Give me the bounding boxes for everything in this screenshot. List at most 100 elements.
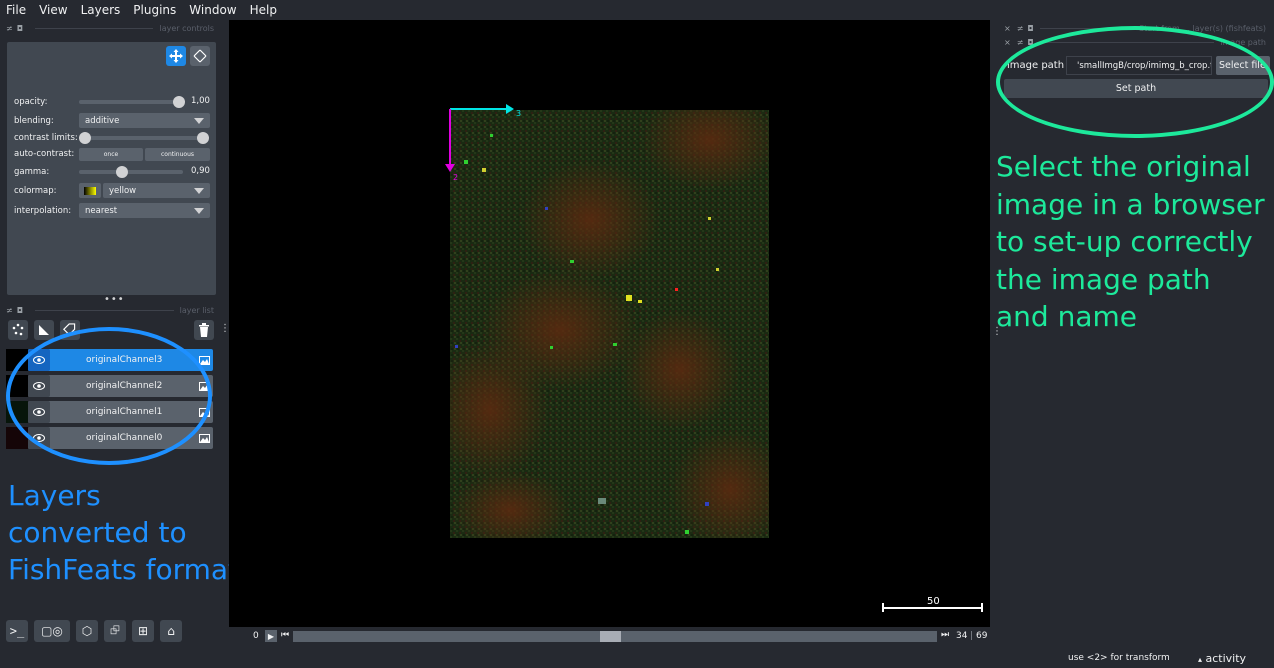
close-icon[interactable]: × bbox=[1004, 38, 1011, 47]
auto-contrast-once-button[interactable]: once bbox=[79, 148, 143, 161]
annotation-select-original: Select the original image in a browser t… bbox=[996, 150, 1265, 333]
interpolation-label: interpolation: bbox=[14, 206, 72, 216]
activity-button[interactable]: ▴ activity bbox=[1198, 652, 1246, 665]
detach-icon[interactable]: ◘ bbox=[17, 24, 23, 33]
scale-bar-label: 50 bbox=[927, 596, 940, 607]
menu-window[interactable]: Window bbox=[187, 3, 238, 17]
move-icon bbox=[169, 49, 183, 63]
transform-button[interactable] bbox=[190, 46, 210, 66]
colormap-label: colormap: bbox=[14, 186, 57, 196]
viewer-canvas[interactable]: 3 2 50 bbox=[229, 20, 990, 627]
dock-title-text: layer controls bbox=[159, 23, 214, 33]
scale-bar-tick-right bbox=[981, 603, 983, 612]
annotation-layers-converted: Layers converted to FishFeats format bbox=[8, 479, 240, 586]
annotation-ellipse-left bbox=[6, 327, 212, 465]
gamma-knob[interactable] bbox=[116, 166, 128, 178]
scale-bar-tick-left bbox=[882, 603, 884, 612]
menu-file[interactable]: File bbox=[4, 3, 28, 17]
console-icon: >_ bbox=[9, 624, 25, 638]
dock-title-text: layer list bbox=[179, 305, 214, 315]
colormap-select[interactable]: yellow bbox=[103, 183, 210, 198]
play-button[interactable]: ▶ bbox=[265, 630, 277, 642]
dims-axis-index: 0 bbox=[253, 631, 259, 641]
home-icon: ⌂ bbox=[167, 624, 175, 638]
close-icon[interactable]: × bbox=[1004, 24, 1011, 33]
annotation-ellipse-right bbox=[996, 26, 1274, 138]
interpolation-value: nearest bbox=[85, 205, 118, 216]
layer-controls-panel: opacity: 1,00 blending: additive contras… bbox=[7, 42, 216, 295]
menu-view[interactable]: View bbox=[37, 3, 69, 17]
play-icon: ▶ bbox=[267, 631, 275, 641]
grid-button[interactable]: ⊞ bbox=[132, 620, 154, 642]
detach-icon[interactable]: ◘ bbox=[1027, 24, 1033, 33]
float-icon[interactable]: ≠ bbox=[1017, 24, 1024, 33]
menu-layers[interactable]: Layers bbox=[79, 3, 123, 17]
console-button[interactable]: >_ bbox=[6, 620, 28, 642]
points-icon bbox=[12, 323, 24, 336]
dims-total: 69 bbox=[976, 631, 988, 641]
transpose-button[interactable]: ⮺ bbox=[104, 620, 126, 642]
colormap-swatch[interactable] bbox=[79, 183, 101, 198]
blending-label: blending: bbox=[14, 116, 54, 126]
colormap-gradient bbox=[84, 186, 96, 195]
blending-value: additive bbox=[85, 115, 120, 126]
dims-slider-thumb[interactable] bbox=[600, 631, 621, 642]
float-icon[interactable]: ≠ bbox=[6, 306, 13, 315]
layer-list-dock-title: ≠ ◘ layer list bbox=[6, 303, 214, 317]
layer-controls-dock-title: ≠ ◘ layer controls bbox=[6, 21, 214, 35]
contrast-min-knob[interactable] bbox=[79, 132, 91, 144]
contrast-limits-slider[interactable] bbox=[79, 132, 209, 144]
new-shapes-layer-button[interactable] bbox=[34, 320, 54, 340]
interpolation-select[interactable]: nearest bbox=[79, 203, 210, 218]
grid-icon: ⊞ bbox=[137, 624, 149, 638]
trash-icon bbox=[199, 323, 209, 337]
menu-plugins[interactable]: Plugins bbox=[131, 3, 178, 17]
blending-select[interactable]: additive bbox=[79, 113, 210, 128]
viewer-buttons: >_ ▢◎ ⬡ ⮺ ⊞ ⌂ bbox=[6, 620, 182, 644]
transform-icon bbox=[193, 49, 207, 63]
gamma-label: gamma: bbox=[14, 167, 50, 177]
gamma-slider[interactable] bbox=[79, 166, 183, 178]
menu-bar: File View Layers Plugins Window Help bbox=[0, 0, 1274, 20]
gamma-value: 0,90 bbox=[191, 166, 210, 176]
home-button[interactable]: ⌂ bbox=[160, 620, 182, 642]
activity-label: activity bbox=[1205, 652, 1247, 665]
chevron-down-icon bbox=[194, 118, 204, 124]
chevron-down-icon bbox=[194, 188, 204, 194]
ndisplay-button[interactable]: ▢◎ bbox=[34, 620, 70, 642]
contrast-limits-label: contrast limits: bbox=[14, 133, 78, 143]
step-back-icon[interactable]: ⏮ bbox=[281, 630, 289, 640]
cube-icon: ⬡ bbox=[81, 624, 93, 638]
image-icon bbox=[195, 433, 213, 443]
transpose-icon: ⮺ bbox=[110, 622, 120, 637]
pan-zoom-button[interactable] bbox=[166, 46, 186, 66]
dims-current: 34 bbox=[956, 631, 968, 641]
axes-indicator bbox=[445, 104, 514, 172]
detach-icon[interactable]: ◘ bbox=[17, 306, 23, 315]
status-bar: use <2> for transform ▴ activity bbox=[0, 648, 1274, 668]
opacity-slider[interactable] bbox=[79, 96, 185, 108]
opacity-label: opacity: bbox=[14, 97, 48, 107]
float-icon[interactable]: ≠ bbox=[6, 24, 13, 33]
float-icon[interactable]: ≠ bbox=[1017, 38, 1024, 47]
opacity-value: 1,00 bbox=[191, 96, 210, 106]
menu-help[interactable]: Help bbox=[248, 3, 279, 17]
shapes-icon bbox=[39, 325, 49, 335]
colormap-value: yellow bbox=[109, 185, 137, 196]
new-points-layer-button[interactable] bbox=[8, 320, 28, 340]
square-icon: ▢◎ bbox=[41, 624, 63, 638]
auto-contrast-continuous-button[interactable]: continuous bbox=[145, 148, 210, 161]
roll-dims-button[interactable]: ⬡ bbox=[76, 620, 98, 642]
step-forward-icon[interactable]: ⏭ bbox=[941, 630, 949, 640]
dims-slider-bar: 0 ▶ ⏮ ⏭ 34 | 69 bbox=[229, 627, 990, 645]
chevron-up-icon: ▴ bbox=[1198, 655, 1203, 664]
scale-bar bbox=[882, 607, 983, 609]
status-hint: use <2> for transform bbox=[1068, 653, 1170, 663]
axis-x-label: 3 bbox=[516, 109, 522, 118]
chevron-down-icon bbox=[194, 208, 204, 214]
opacity-knob[interactable] bbox=[173, 96, 185, 108]
contrast-max-knob[interactable] bbox=[197, 132, 209, 144]
right-dock: × ≠ ◘ Start from ... layer(s) (fishfeats… bbox=[990, 20, 1274, 640]
auto-contrast-label: auto-contrast: bbox=[14, 149, 75, 159]
delete-layer-button[interactable] bbox=[194, 320, 214, 340]
